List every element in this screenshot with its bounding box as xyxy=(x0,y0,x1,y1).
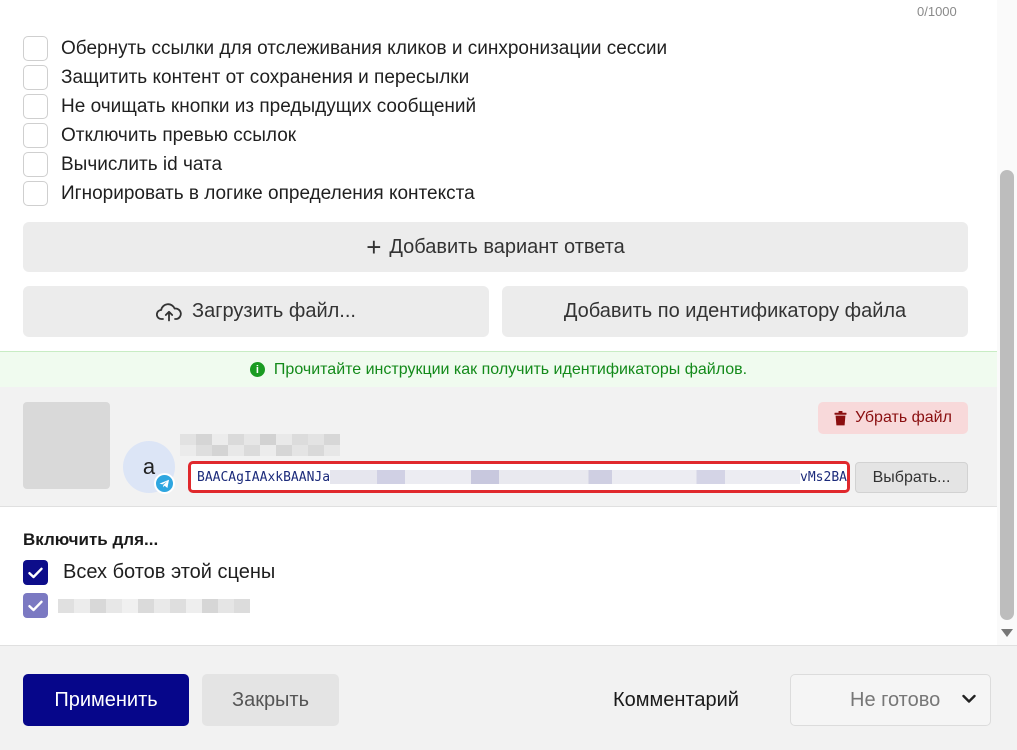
message-options: Обернуть ссылки для отслеживания кликов … xyxy=(23,34,667,208)
add-by-file-id-label: Добавить по идентификатору файла xyxy=(563,300,907,322)
option-wrap-links[interactable]: Обернуть ссылки для отслеживания кликов … xyxy=(23,34,667,63)
upload-file-label: Загрузить файл... xyxy=(192,300,356,322)
redacted-bot-label xyxy=(58,598,250,613)
remove-file-button[interactable]: Убрать файл xyxy=(818,402,968,434)
avatar-letter: a xyxy=(142,454,156,479)
option-ignore-context[interactable]: Игнорировать в логике определения контек… xyxy=(23,179,667,208)
enable-specific-bot[interactable] xyxy=(23,593,250,618)
apply-button[interactable]: Применить xyxy=(23,674,189,726)
file-id-instructions: i Прочитайте инструкции как получить иде… xyxy=(0,351,997,387)
status-select[interactable]: Не готово xyxy=(790,674,991,726)
add-answer-label: Добавить вариант ответа xyxy=(389,235,625,258)
option-label: Отключить превью ссылок xyxy=(61,124,297,146)
checkbox-checked[interactable] xyxy=(23,593,48,618)
chevron-down-icon xyxy=(962,694,976,703)
checkbox[interactable] xyxy=(23,36,48,61)
cloud-upload-icon xyxy=(156,302,182,321)
checkbox-checked[interactable] xyxy=(23,560,48,585)
attached-file-panel: a Убрать файл BAACAgIAAxkBAANJa vMs2BA В… xyxy=(0,387,997,507)
close-label: Закрыть xyxy=(231,688,310,711)
checkbox[interactable] xyxy=(23,65,48,90)
checkbox[interactable] xyxy=(23,181,48,206)
option-disable-preview[interactable]: Отключить превью ссылок xyxy=(23,121,667,150)
upload-file-button[interactable]: Загрузить файл... xyxy=(23,286,489,337)
redacted-file-id xyxy=(330,470,801,484)
checkmark-icon xyxy=(28,567,43,578)
option-label: Не очищать кнопки из предыдущих сообщени… xyxy=(61,95,477,117)
file-id-suffix: vMs2BA xyxy=(800,469,847,485)
option-label: Защитить контент от сохранения и пересыл… xyxy=(61,66,470,88)
instructions-link[interactable]: Прочитайте инструкции как получить идент… xyxy=(274,361,747,379)
option-label: Вычислить id чата xyxy=(61,153,223,175)
option-keep-buttons[interactable]: Не очищать кнопки из предыдущих сообщени… xyxy=(23,92,667,121)
file-thumbnail xyxy=(23,402,110,489)
checkbox[interactable] xyxy=(23,152,48,177)
add-answer-button[interactable]: + Добавить вариант ответа xyxy=(23,222,968,272)
dialog-footer: Применить Закрыть Комментарий Не готово xyxy=(0,645,1017,750)
status-value: Не готово xyxy=(850,688,941,711)
remove-file-label: Убрать файл xyxy=(855,409,952,426)
info-icon: i xyxy=(249,362,265,377)
file-id-prefix: BAACAgIAAxkBAANJa xyxy=(197,469,331,485)
enable-for-title: Включить для... xyxy=(23,530,159,549)
option-label: Игнорировать в логике определения контек… xyxy=(61,182,475,204)
comment-button[interactable]: Комментарий xyxy=(613,689,739,712)
redacted-bot-name xyxy=(180,434,340,456)
trash-icon xyxy=(834,410,847,425)
char-counter: 0/1000 xyxy=(917,4,957,19)
choose-file-label: Выбрать... xyxy=(872,468,951,486)
scrollbar-thumb[interactable] xyxy=(1000,170,1014,620)
scroll-down-arrow[interactable] xyxy=(1001,629,1013,637)
checkbox[interactable] xyxy=(23,94,48,119)
apply-label: Применить xyxy=(54,688,158,711)
telegram-icon xyxy=(154,473,175,494)
checkbox[interactable] xyxy=(23,123,48,148)
choose-file-button[interactable]: Выбрать... xyxy=(855,462,968,493)
plus-icon: + xyxy=(366,232,382,262)
all-bots-label: Всех ботов этой сцены xyxy=(63,561,276,583)
file-id-input[interactable]: BAACAgIAAxkBAANJa vMs2BA xyxy=(188,461,850,493)
enable-all-bots[interactable]: Всех ботов этой сцены xyxy=(23,560,275,585)
option-label: Обернуть ссылки для отслеживания кликов … xyxy=(61,37,668,59)
option-protect-content[interactable]: Защитить контент от сохранения и пересыл… xyxy=(23,63,667,92)
checkmark-icon xyxy=(28,600,43,611)
add-by-file-id-button[interactable]: Добавить по идентификатору файла xyxy=(502,286,968,337)
close-button[interactable]: Закрыть xyxy=(202,674,339,726)
option-compute-chat-id[interactable]: Вычислить id чата xyxy=(23,150,667,179)
